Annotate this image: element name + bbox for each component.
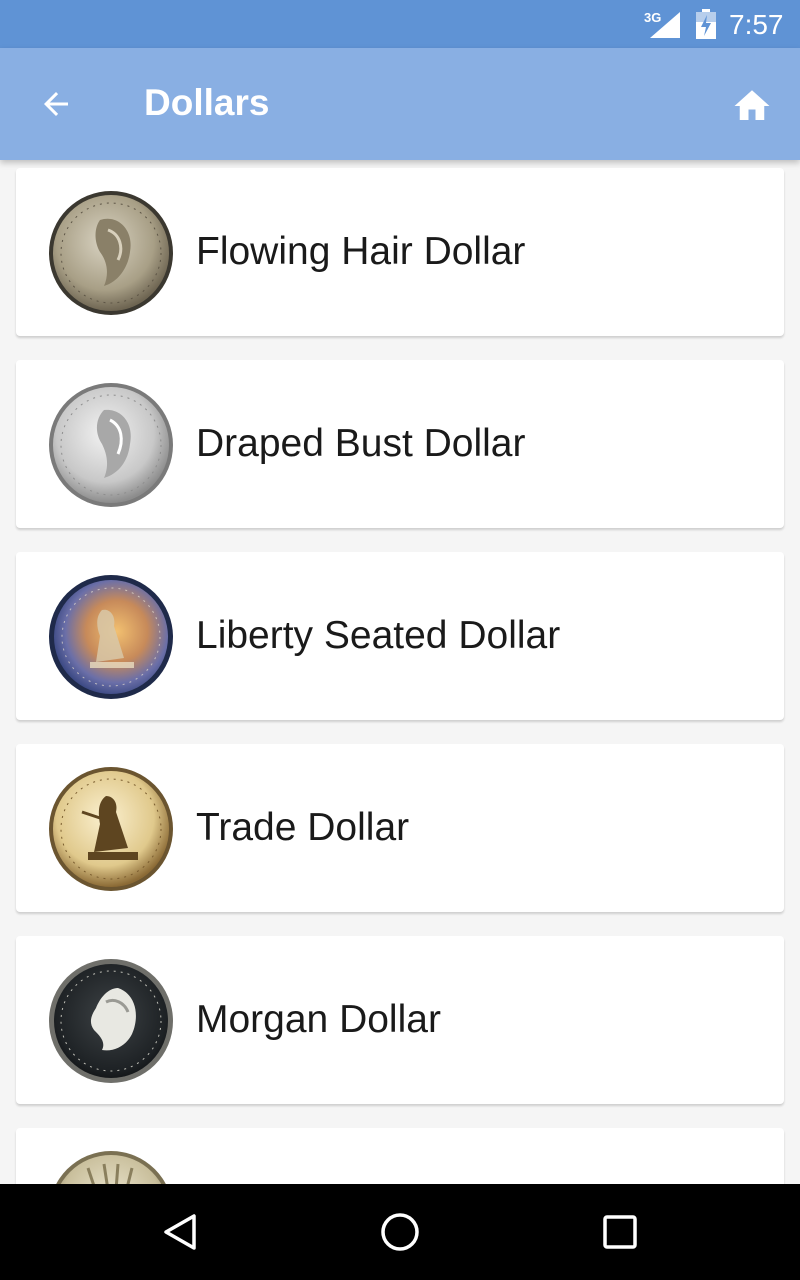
coin-label: Morgan Dollar: [196, 998, 441, 1041]
nav-recents-icon: [603, 1215, 637, 1249]
battery-charging-icon: [696, 9, 716, 39]
list-item-peace-dollar[interactable]: [16, 1128, 784, 1184]
back-button[interactable]: [20, 76, 92, 132]
nav-back-button[interactable]: [140, 1202, 220, 1262]
system-nav-bar: [0, 1184, 800, 1280]
nav-home-button[interactable]: [360, 1202, 440, 1262]
home-icon: [734, 90, 770, 120]
trade-dollar-coin-image: [48, 766, 174, 892]
coin-label: Liberty Seated Dollar: [196, 614, 561, 657]
flowing-hair-coin-image: [48, 190, 174, 316]
nav-back-icon: [164, 1214, 196, 1250]
peace-dollar-coin-image: [48, 1150, 174, 1184]
liberty-seated-coin-image: [48, 574, 174, 700]
morgan-dollar-coin-image: [48, 958, 174, 1084]
home-button[interactable]: [720, 78, 784, 134]
nav-home-icon: [381, 1213, 419, 1251]
coin-label: Trade Dollar: [196, 806, 410, 849]
coin-label: Draped Bust Dollar: [196, 422, 526, 465]
draped-bust-coin-image: [48, 382, 174, 508]
list-item-liberty-seated-dollar[interactable]: Liberty Seated Dollar: [16, 552, 784, 720]
screen: 3G 7:57 Dollars Flowing Hair Dollar Drap…: [0, 0, 800, 1280]
list-item-draped-bust-dollar[interactable]: Draped Bust Dollar: [16, 360, 784, 528]
coin-list: Flowing Hair Dollar Draped Bust Dollar L…: [0, 160, 800, 1184]
list-item-flowing-hair-dollar[interactable]: Flowing Hair Dollar: [16, 168, 784, 336]
list-item-trade-dollar[interactable]: Trade Dollar: [16, 744, 784, 912]
clock: 7:57: [729, 9, 784, 40]
app-bar: Dollars: [0, 48, 800, 160]
arrow-back-icon: [44, 92, 68, 116]
list-item-morgan-dollar[interactable]: Morgan Dollar: [16, 936, 784, 1104]
cell-signal-icon: [650, 12, 680, 38]
page-title: Dollars: [144, 82, 270, 123]
coin-label: Flowing Hair Dollar: [196, 230, 526, 273]
status-bar: 3G 7:57: [0, 0, 800, 48]
nav-recents-button[interactable]: [580, 1202, 660, 1262]
